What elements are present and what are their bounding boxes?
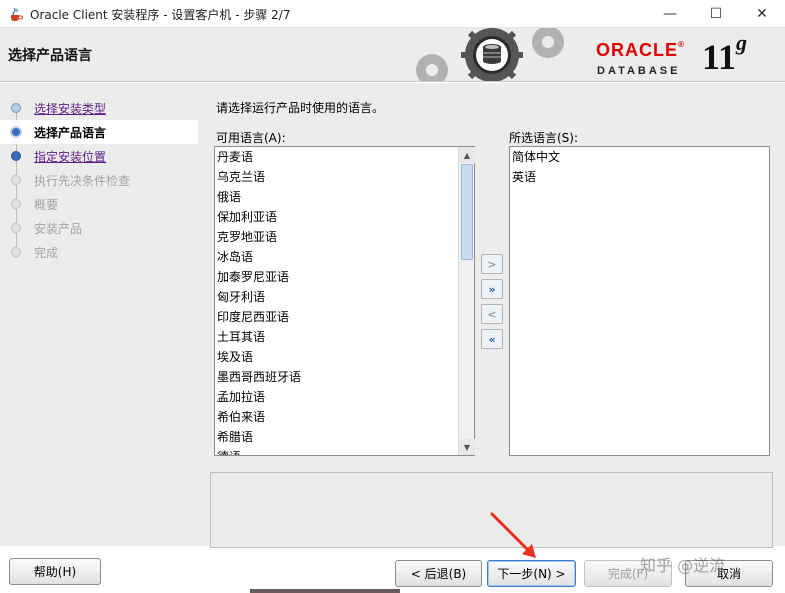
step-pending-icon <box>11 247 21 257</box>
close-icon: ✕ <box>756 6 768 22</box>
red-annotation-arrow-icon <box>490 512 536 558</box>
list-item[interactable]: 保加利亚语 <box>215 207 474 227</box>
list-item[interactable]: 加泰罗尼亚语 <box>215 267 474 287</box>
database-logo-text: DATABASE <box>597 65 681 77</box>
close-button[interactable]: ✕ <box>739 0 785 28</box>
step-pending-icon <box>11 175 21 185</box>
list-item[interactable]: 简体中文 <box>510 147 769 167</box>
minimize-button[interactable]: — <box>647 0 693 28</box>
step-next-icon <box>11 151 21 161</box>
remove-all-languages-button[interactable]: « <box>481 329 503 349</box>
scrollbar-thumb[interactable] <box>461 164 473 260</box>
watermark: 知乎 @逆流 <box>640 556 726 575</box>
list-item[interactable]: 克罗地亚语 <box>215 227 474 247</box>
gears-graphic-icon <box>416 28 564 81</box>
header-banner: 选择产品语言 ORACLE® DATABASE 11g <box>0 28 785 82</box>
maximize-icon: ☐ <box>709 6 723 22</box>
oracle-logo: ORACLE® <box>596 40 685 60</box>
step-select-product-language: 选择产品语言 <box>0 120 198 144</box>
list-item[interactable]: 埃及语 <box>215 347 474 367</box>
list-item[interactable]: 冰岛语 <box>215 247 474 267</box>
remove-language-button[interactable]: < <box>481 304 503 324</box>
next-button[interactable]: 下一步(N) > <box>487 560 576 587</box>
list-item[interactable]: 希腊语 <box>215 427 474 447</box>
available-list-scrollbar[interactable]: ▲ ▼ <box>458 147 475 455</box>
available-languages-label: 可用语言(A): <box>216 131 286 145</box>
minimize-icon: — <box>663 6 677 22</box>
list-item[interactable]: 孟加拉语 <box>215 387 474 407</box>
java-cup-icon <box>11 7 23 21</box>
step-done-icon <box>11 103 21 113</box>
list-item[interactable]: 俄语 <box>215 187 474 207</box>
list-item[interactable]: 英语 <box>510 167 769 187</box>
list-item[interactable]: 土耳其语 <box>215 327 474 347</box>
taskbar-strip <box>250 589 400 593</box>
steps-sidebar: 选择安装类型 选择产品语言 指定安装位置 执行先决条件检查 概要 安装产品 完成 <box>0 96 198 264</box>
step-pending-icon <box>11 199 21 209</box>
step-finish: 完成 <box>0 240 198 264</box>
selected-languages-label: 所选语言(S): <box>509 131 579 145</box>
language-prompt: 请选择运行产品时使用的语言。 <box>216 101 385 115</box>
list-item[interactable]: 希伯来语 <box>215 407 474 427</box>
add-all-languages-button[interactable]: » <box>481 279 503 299</box>
list-item[interactable]: 丹麦语 <box>215 147 474 167</box>
list-item[interactable]: 墨西哥西班牙语 <box>215 367 474 387</box>
step-install-product: 安装产品 <box>0 216 198 240</box>
list-item[interactable]: 匈牙利语 <box>215 287 474 307</box>
step-specify-install-location[interactable]: 指定安装位置 <box>0 144 198 168</box>
list-item[interactable]: 印度尼西亚语 <box>215 307 474 327</box>
back-button[interactable]: < 后退(B) <box>395 560 482 587</box>
step-prerequisite-checks: 执行先决条件检查 <box>0 168 198 192</box>
scroll-up-icon[interactable]: ▲ <box>459 147 475 163</box>
maximize-button[interactable]: ☐ <box>693 0 739 28</box>
selected-languages-list[interactable]: 简体中文 英语 <box>509 146 770 456</box>
step-summary: 概要 <box>0 192 198 216</box>
page-title: 选择产品语言 <box>8 48 92 64</box>
version-logo: 11g <box>702 30 748 77</box>
add-language-button[interactable]: > <box>481 254 503 274</box>
step-select-install-type[interactable]: 选择安装类型 <box>0 96 198 120</box>
scroll-down-icon[interactable]: ▼ <box>459 439 475 455</box>
title-bar: Oracle Client 安装程序 - 设置客户机 - 步骤 2/7 — ☐ … <box>0 0 785 28</box>
list-item[interactable]: 德语 <box>215 447 474 455</box>
step-current-icon <box>10 126 22 138</box>
help-button[interactable]: 帮助(H) <box>9 558 101 585</box>
list-item[interactable]: 乌克兰语 <box>215 167 474 187</box>
step-pending-icon <box>11 223 21 233</box>
available-languages-list[interactable]: 丹麦语 乌克兰语 俄语 保加利亚语 克罗地亚语 冰岛语 加泰罗尼亚语 匈牙利语 … <box>214 146 475 456</box>
window-title: Oracle Client 安装程序 - 设置客户机 - 步骤 2/7 <box>30 8 291 22</box>
